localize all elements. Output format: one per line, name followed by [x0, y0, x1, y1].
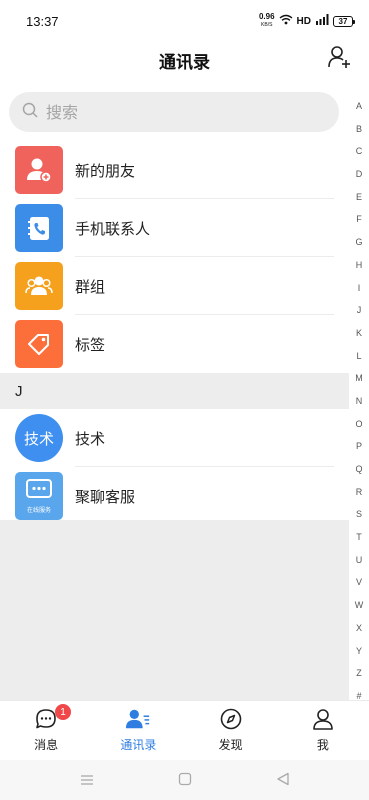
index-letter[interactable]: D — [356, 163, 363, 186]
unread-badge: 1 — [55, 704, 71, 720]
menu-icon — [79, 771, 95, 790]
list-item-label: 新的朋友 — [75, 161, 136, 180]
section-header-j: J — [0, 373, 349, 409]
index-letter[interactable]: L — [356, 345, 361, 368]
alphabet-index[interactable]: A B C D E F G H I J K L M N O P Q R S T … — [349, 92, 369, 701]
list-item-groups[interactable]: 群组 — [0, 257, 349, 315]
new-friend-icon — [15, 146, 63, 194]
search-bar[interactable] — [9, 92, 339, 132]
search-icon — [22, 102, 38, 122]
index-letter[interactable]: X — [356, 617, 362, 640]
index-letter[interactable]: T — [356, 526, 362, 549]
index-letter[interactable]: V — [356, 571, 362, 594]
list-empty-area — [0, 520, 349, 700]
index-letter[interactable]: K — [356, 322, 362, 345]
index-letter[interactable]: I — [358, 277, 361, 300]
tab-contacts[interactable]: 通讯录 — [92, 701, 184, 760]
tab-label: 消息 — [34, 738, 59, 752]
index-letter[interactable]: P — [356, 435, 362, 458]
index-letter[interactable]: Q — [355, 458, 362, 481]
list-item-tags[interactable]: 标签 — [0, 315, 349, 373]
tab-label: 发现 — [218, 738, 243, 752]
phone-contacts-icon — [15, 204, 63, 252]
list-item-new-friends[interactable]: 新的朋友 — [0, 141, 349, 199]
status-bar: 13:37 0.96 KB/S HD 37 — [0, 0, 369, 42]
wifi-icon — [279, 14, 293, 28]
contact-name: 聚聊客服 — [75, 487, 136, 506]
customer-service-avatar: 在线服务 — [15, 472, 63, 520]
contact-item[interactable]: 技术 技术 — [0, 409, 349, 467]
status-time: 13:37 — [26, 13, 59, 29]
index-letter[interactable]: Y — [356, 640, 362, 663]
back-button[interactable] — [271, 768, 295, 792]
avatar: 技术 — [15, 414, 63, 462]
chat-icon — [24, 478, 54, 504]
tab-messages[interactable]: 1 消息 — [0, 701, 92, 760]
signal-icon — [315, 14, 329, 28]
list-item-label: 群组 — [75, 277, 106, 296]
home-square-icon — [178, 771, 192, 790]
tag-icon — [15, 320, 63, 368]
status-icons: 0.96 KB/S HD 37 — [259, 13, 355, 29]
group-icon — [15, 262, 63, 310]
network-speed-unit: KB/S — [261, 22, 273, 28]
compass-icon — [218, 706, 244, 732]
index-letter[interactable]: C — [356, 140, 363, 163]
network-speed-value: 0.96 — [258, 12, 275, 21]
back-triangle-icon — [276, 771, 290, 790]
contacts-icon — [125, 706, 151, 732]
app-header: 通讯录 — [0, 42, 369, 78]
network-speed: 0.96 KB/S — [259, 13, 275, 29]
tab-me[interactable]: 我 — [277, 701, 369, 760]
user-icon — [310, 706, 336, 732]
index-letter[interactable]: W — [355, 594, 364, 617]
index-letter[interactable]: J — [357, 299, 362, 322]
contact-name: 技术 — [75, 429, 106, 448]
index-letter[interactable]: Z — [356, 662, 362, 685]
index-letter[interactable]: M — [355, 367, 363, 390]
bottom-tab-bar: 1 消息 通讯录 发现 我 — [0, 700, 369, 760]
index-letter[interactable]: E — [356, 186, 362, 209]
tab-discover[interactable]: 发现 — [185, 701, 277, 760]
hd-indicator: HD — [296, 15, 311, 27]
tab-label: 通讯录 — [120, 738, 157, 752]
list-item-label: 标签 — [75, 335, 106, 354]
index-letter[interactable]: R — [356, 481, 363, 504]
list-item-label: 手机联系人 — [75, 219, 151, 238]
avatar-caption: 在线服务 — [26, 507, 51, 514]
index-letter[interactable]: N — [356, 390, 363, 413]
index-letter[interactable]: H — [356, 254, 363, 277]
index-letter[interactable]: O — [355, 413, 362, 436]
tab-label: 我 — [316, 738, 329, 752]
recent-apps-button[interactable] — [75, 768, 99, 792]
contact-list: 新的朋友 手机联系人 群组 标签 J 技术 技术 在线服务 聚聊客服 — [0, 141, 349, 525]
index-letter[interactable]: U — [356, 549, 363, 572]
add-friend-button[interactable] — [325, 44, 355, 74]
contact-item[interactable]: 在线服务 聚聊客服 — [0, 467, 349, 525]
index-letter[interactable]: F — [356, 208, 362, 231]
list-item-phone-contacts[interactable]: 手机联系人 — [0, 199, 349, 257]
system-nav-bar — [0, 760, 369, 800]
index-letter[interactable]: B — [356, 118, 362, 141]
page-title: 通讯录 — [159, 52, 210, 73]
battery-icon: 37 — [333, 15, 355, 27]
index-letter[interactable]: S — [356, 503, 362, 526]
add-user-icon — [327, 44, 353, 74]
index-letter[interactable]: G — [355, 231, 362, 254]
index-letter[interactable]: A — [356, 95, 362, 118]
home-button[interactable] — [173, 768, 197, 792]
search-input[interactable] — [46, 102, 306, 122]
